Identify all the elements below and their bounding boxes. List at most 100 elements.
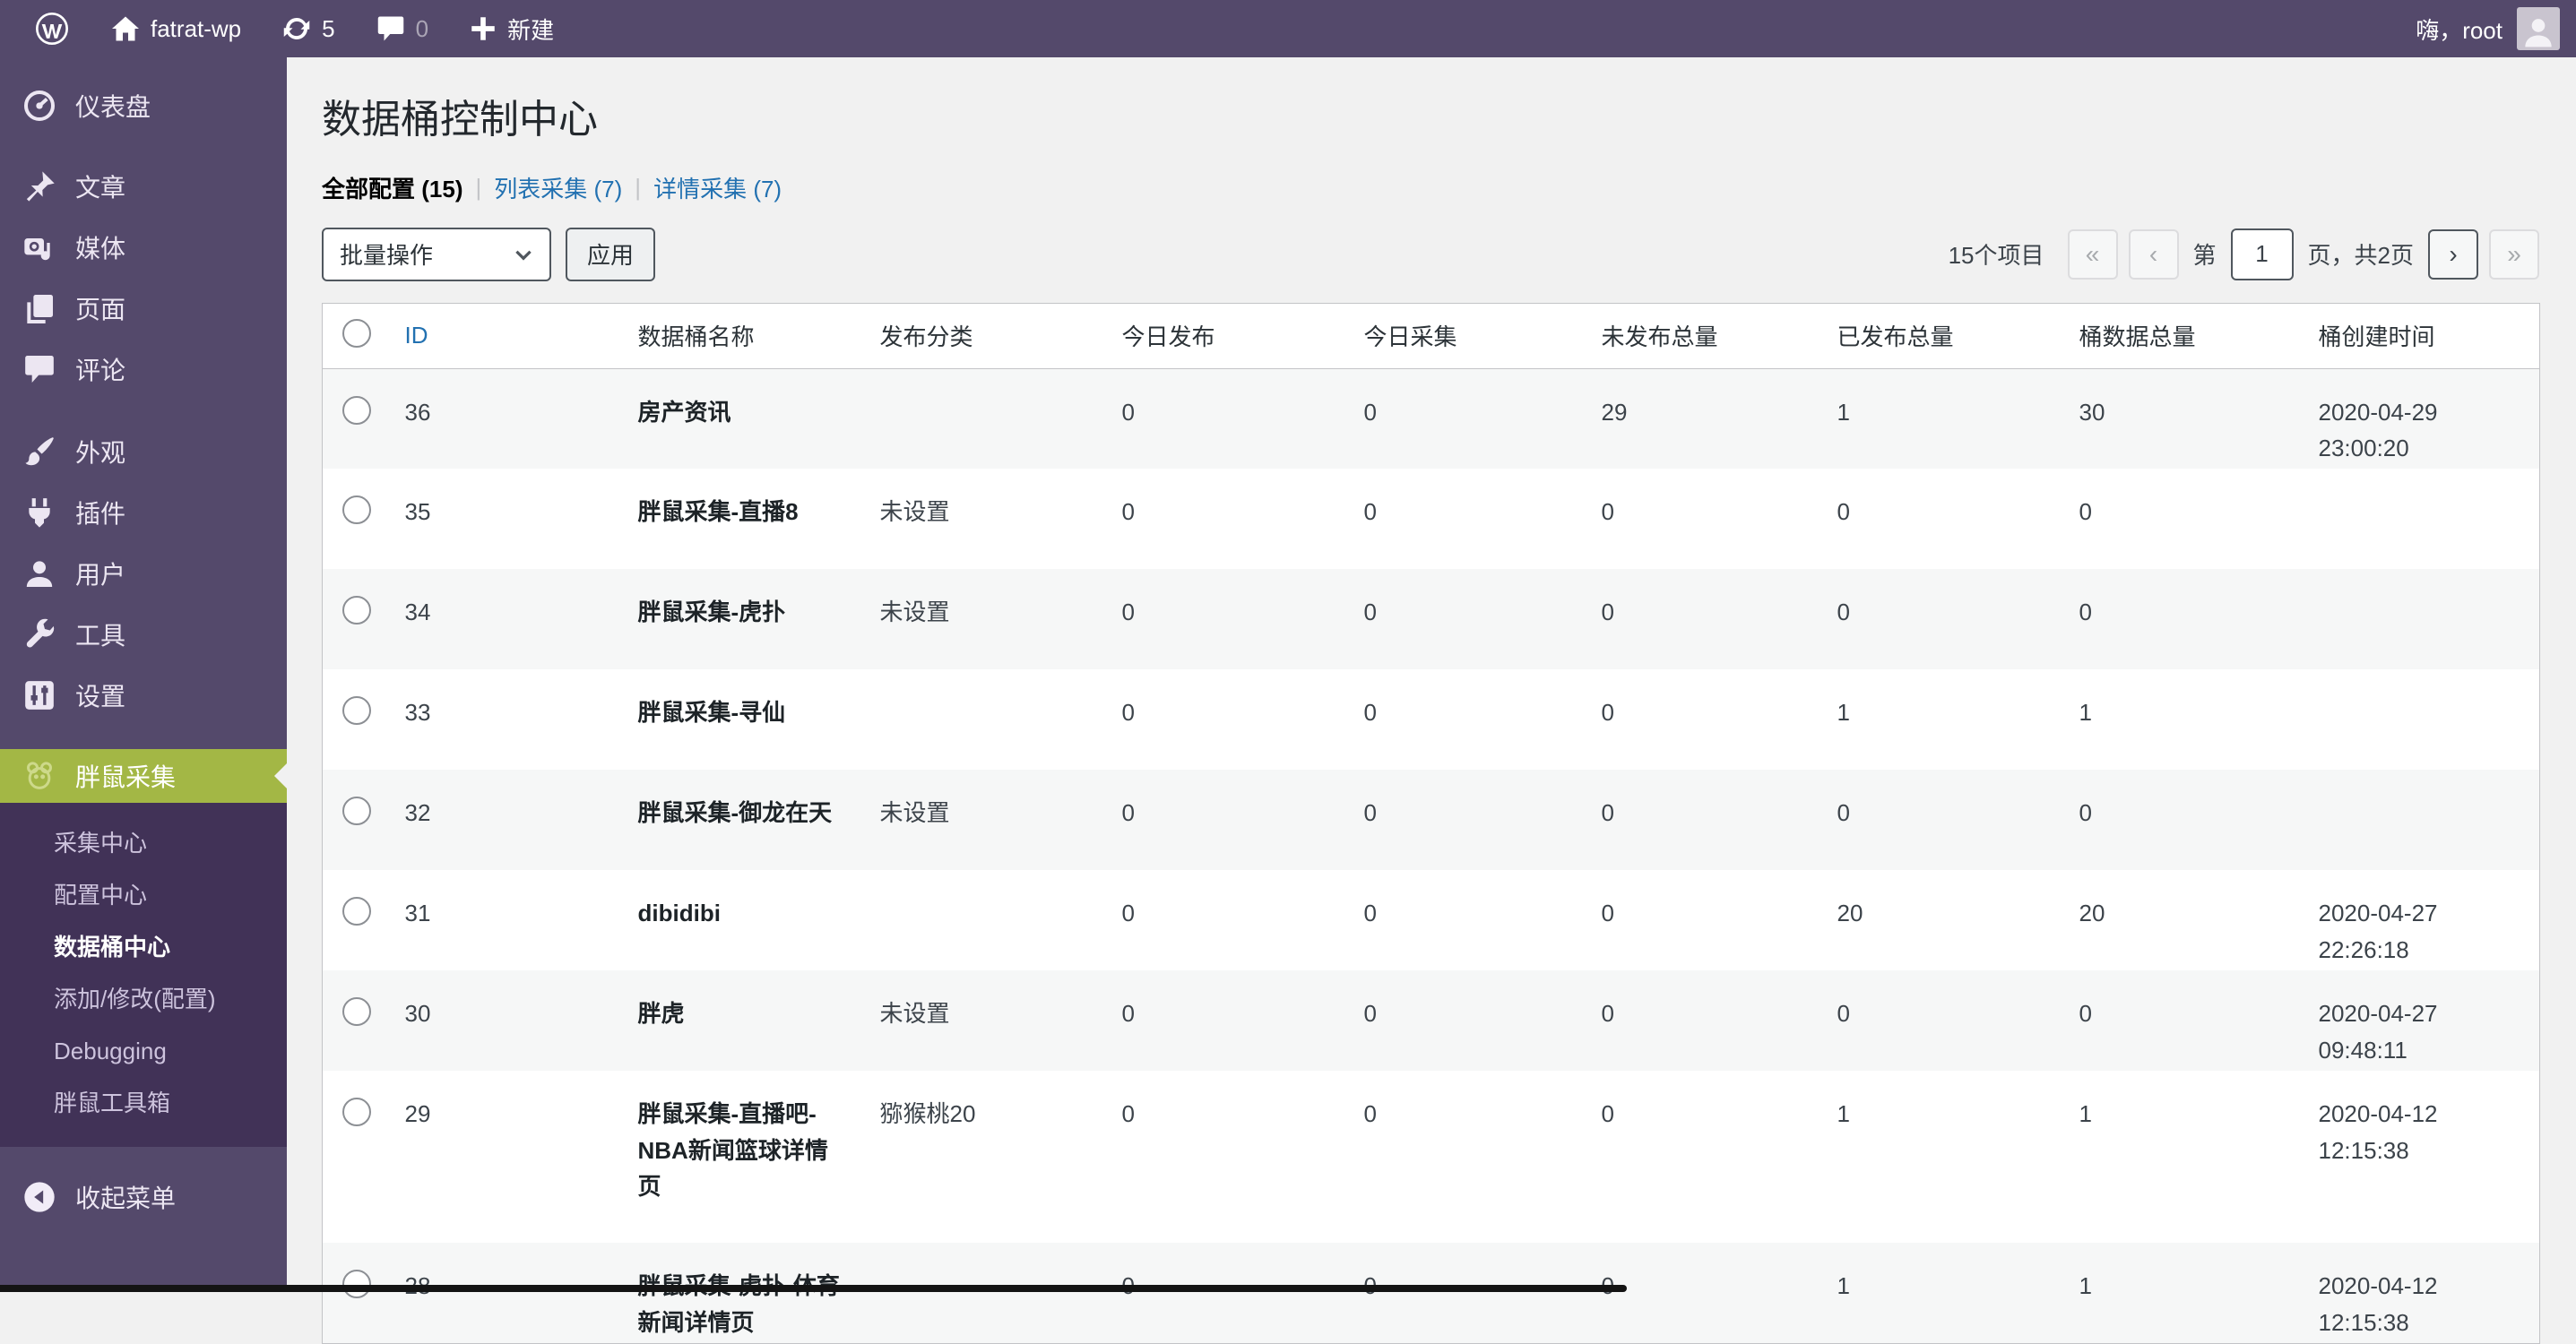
- submenu-item-collect-center[interactable]: 采集中心: [0, 817, 287, 869]
- sidebar-item-dashboard[interactable]: 仪表盘: [0, 75, 287, 136]
- sidebar-item-plugins[interactable]: 插件: [0, 482, 287, 543]
- table-body: 36 房产资讯 0 0 29 1 30 2020-04-2923:00:20 3…: [323, 368, 2540, 1343]
- row-checkbox[interactable]: [342, 396, 371, 425]
- last-page-button[interactable]: »: [2489, 229, 2539, 280]
- cell-bucket-total: 0: [2060, 970, 2299, 1071]
- cell-created-time: [2299, 770, 2540, 870]
- table-row: 33 胖鼠采集-寻仙 0 0 0 1 1: [323, 669, 2540, 770]
- cell-id: 36: [385, 368, 618, 469]
- wordpress-logo-icon[interactable]: [18, 0, 86, 57]
- submenu-item-bucket-center[interactable]: 数据桶中心: [0, 921, 287, 973]
- column-header-category: 发布分类: [860, 303, 1102, 368]
- user-greeting: 嗨，root: [2416, 13, 2503, 46]
- row-checkbox[interactable]: [342, 897, 371, 926]
- row-checkbox[interactable]: [342, 997, 371, 1026]
- cell-published-total: 1: [1818, 1243, 2060, 1343]
- filter-detail-collect[interactable]: 详情采集 (7): [653, 171, 782, 204]
- page-prefix-label: 第: [2193, 237, 2217, 271]
- first-page-button[interactable]: «: [2068, 229, 2118, 280]
- cell-today-collected: 0: [1344, 970, 1582, 1071]
- cell-bucket-name[interactable]: 胖鼠采集-寻仙: [618, 669, 860, 770]
- cell-bucket-name[interactable]: 胖鼠采集-直播吧-NBA新闻篮球详情页: [618, 1071, 860, 1243]
- cell-bucket-name[interactable]: 胖鼠采集-虎扑: [618, 569, 860, 669]
- cell-today-collected: 0: [1344, 368, 1582, 469]
- prev-page-button[interactable]: ‹: [2129, 229, 2179, 280]
- cell-bucket-name[interactable]: dibidibi: [618, 870, 860, 970]
- account-menu-item[interactable]: 嗨，root: [2416, 7, 2576, 50]
- bulk-action-select[interactable]: 批量操作: [322, 228, 551, 281]
- cell-today-collected: 0: [1344, 569, 1582, 669]
- sidebar-item-media[interactable]: 媒体: [0, 217, 287, 278]
- column-header-id[interactable]: ID: [385, 303, 618, 368]
- submenu-item-toolbox[interactable]: 胖鼠工具箱: [0, 1077, 287, 1129]
- cell-bucket-total: 0: [2060, 770, 2299, 870]
- row-checkbox[interactable]: [342, 596, 371, 625]
- cell-today-collected: 0: [1344, 770, 1582, 870]
- cell-category: 未设置: [860, 770, 1102, 870]
- next-page-button[interactable]: ›: [2428, 229, 2478, 280]
- cell-unpublished-total: 0: [1582, 569, 1818, 669]
- comment-count: 0: [416, 15, 428, 43]
- submenu-item-add-edit-config[interactable]: 添加/修改(配置): [0, 973, 287, 1025]
- cell-unpublished-total: 0: [1582, 870, 1818, 970]
- sidebar-item-pages[interactable]: 页面: [0, 278, 287, 339]
- select-all-checkbox[interactable]: [342, 319, 371, 348]
- updates-menu-item[interactable]: 5: [264, 0, 350, 57]
- cell-created-time: 2020-04-2923:00:20: [2299, 368, 2540, 469]
- cell-created-time: 2020-04-1212:15:38: [2299, 1243, 2540, 1343]
- filter-all[interactable]: 全部配置 (15): [322, 171, 463, 204]
- current-page-input[interactable]: [2231, 228, 2294, 280]
- filter-list-collect[interactable]: 列表采集 (7): [494, 171, 622, 204]
- cell-unpublished-total: 0: [1582, 770, 1818, 870]
- row-checkbox[interactable]: [342, 696, 371, 725]
- sidebar-item-label: 仪表盘: [75, 88, 151, 124]
- cell-bucket-name[interactable]: 胖鼠采集-虎扑-体育新闻详情页: [618, 1243, 860, 1343]
- admin-sidebar: 仪表盘 文章 媒体 页面 评论: [0, 57, 287, 1292]
- row-checkbox[interactable]: [342, 797, 371, 825]
- sidebar-item-fatrat-collect[interactable]: 胖鼠采集: [0, 749, 287, 803]
- admin-bar: fatrat-wp 5 0 新建 嗨，root: [0, 0, 2576, 57]
- submenu-item-config-center[interactable]: 配置中心: [0, 869, 287, 921]
- sidebar-item-label: 插件: [75, 495, 125, 530]
- home-icon: [109, 13, 142, 45]
- cell-unpublished-total: 29: [1582, 368, 1818, 469]
- cell-id: 33: [385, 669, 618, 770]
- cell-today-published: 0: [1102, 870, 1344, 970]
- submenu-item-debugging[interactable]: Debugging: [0, 1025, 287, 1077]
- collapse-menu-label: 收起菜单: [75, 1179, 176, 1215]
- table-toolbar: 批量操作 应用 15个项目 « ‹ 第 页，共2页 › »: [322, 228, 2539, 281]
- cell-bucket-total: 0: [2060, 569, 2299, 669]
- sidebar-item-comments[interactable]: 评论: [0, 339, 287, 400]
- new-content-menu-item[interactable]: 新建: [452, 0, 570, 57]
- collapse-menu-button[interactable]: 收起菜单: [0, 1167, 287, 1228]
- sidebar-item-posts[interactable]: 文章: [0, 156, 287, 217]
- cell-today-published: 0: [1102, 770, 1344, 870]
- sidebar-item-appearance[interactable]: 外观: [0, 421, 287, 482]
- cell-created-time: 2020-04-2709:48:11: [2299, 970, 2540, 1071]
- table-row: 31 dibidibi 0 0 0 20 20 2020-04-2722:26:…: [323, 870, 2540, 970]
- cell-today-collected: 0: [1344, 1243, 1582, 1343]
- column-header-created-time: 桶创建时间: [2299, 303, 2540, 368]
- cell-id: 30: [385, 970, 618, 1071]
- cell-category: 未设置: [860, 469, 1102, 569]
- row-checkbox[interactable]: [342, 495, 371, 524]
- sidebar-item-label: 工具: [75, 616, 125, 652]
- cell-bucket-name[interactable]: 胖虎: [618, 970, 860, 1071]
- site-menu-item[interactable]: fatrat-wp: [93, 0, 257, 57]
- cell-bucket-name[interactable]: 胖鼠采集-御龙在天: [618, 770, 860, 870]
- sidebar-item-tools[interactable]: 工具: [0, 604, 287, 665]
- cell-bucket-name[interactable]: 房产资讯: [618, 368, 860, 469]
- sidebar-item-label: 设置: [75, 677, 125, 713]
- apply-button[interactable]: 应用: [566, 228, 655, 281]
- pushpin-icon: [22, 168, 57, 204]
- pages-icon: [22, 290, 57, 326]
- sidebar-item-label: 用户: [75, 556, 125, 591]
- dashboard-gauge-icon: [22, 88, 57, 124]
- row-checkbox[interactable]: [342, 1098, 371, 1126]
- sidebar-item-users[interactable]: 用户: [0, 543, 287, 604]
- sidebar-item-settings[interactable]: 设置: [0, 665, 287, 726]
- cell-id: 35: [385, 469, 618, 569]
- paintbrush-icon: [22, 434, 57, 470]
- cell-bucket-name[interactable]: 胖鼠采集-直播8: [618, 469, 860, 569]
- comments-menu-item[interactable]: 0: [359, 0, 445, 57]
